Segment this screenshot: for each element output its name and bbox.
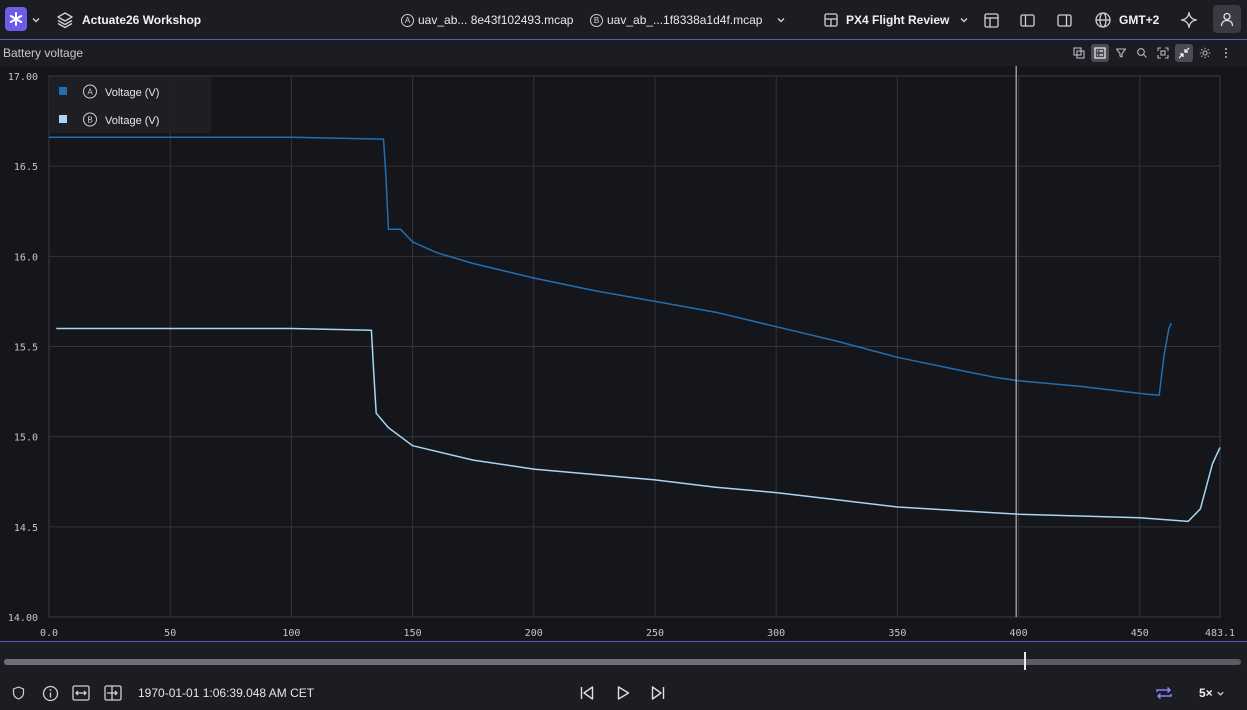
fit-range-icon[interactable]	[71, 682, 91, 704]
timezone-selector[interactable]: GMT+2	[1094, 0, 1159, 40]
collapse-panel-icon[interactable]	[1175, 44, 1193, 62]
settings-gear-icon[interactable]	[1196, 44, 1214, 62]
file-a-badge: A	[401, 13, 414, 27]
add-panel-icon[interactable]	[981, 0, 1001, 40]
panel-toolbar	[1070, 44, 1235, 62]
layers-icon	[56, 11, 74, 29]
x-tick-label: 100	[282, 628, 300, 639]
y-tick-label: 14.5	[14, 523, 38, 534]
y-tick-label: 16.5	[14, 162, 38, 173]
legend-toggle-icon[interactable]	[1091, 44, 1109, 62]
battery-voltage-chart[interactable]: 0.0 50 100 150 200 250 300 350 400 450 483.1 14.00 1…	[0, 66, 1247, 641]
x-tick-label: 483.1	[1205, 628, 1235, 639]
workspace-title: Actuate26 Workshop	[82, 13, 202, 27]
layout-name: PX4 Flight Review	[846, 13, 950, 27]
user-avatar-icon[interactable]	[1213, 5, 1241, 33]
x-tick-label: 400	[1010, 628, 1028, 639]
x-tick-label: 200	[525, 628, 543, 639]
more-options-icon[interactable]	[1217, 44, 1235, 62]
x-tick-label: 0.0	[40, 628, 58, 639]
legend-label-a: Voltage (V)	[105, 87, 159, 99]
file-b-badge: B	[590, 13, 603, 27]
source-file-a[interactable]: A uav_ab... 8e43f102493.mcap	[401, 0, 573, 40]
chart-legend: A Voltage (V) B Voltage (V)	[49, 77, 211, 133]
app-logo-icon[interactable]	[5, 7, 27, 31]
y-tick-label: 16.0	[14, 252, 38, 263]
series-panel-icon[interactable]	[1070, 44, 1088, 62]
legend-badge-b: B	[87, 116, 92, 125]
file-a-name: uav_ab... 8e43f102493.mcap	[418, 13, 574, 27]
x-tick-label: 350	[888, 628, 906, 639]
layout-grid-icon	[823, 12, 839, 28]
info-icon[interactable]	[40, 682, 60, 704]
x-tick-label: 250	[646, 628, 664, 639]
seek-backward-icon[interactable]	[577, 682, 597, 704]
timezone-label: GMT+2	[1119, 13, 1160, 27]
ai-assistant-sparkle-icon[interactable]	[1179, 0, 1199, 40]
x-tick-label: 300	[767, 628, 785, 639]
current-time-text: 1970-01-01 1:06:39.048 AM CET	[138, 686, 315, 700]
y-tick-label: 17.00	[8, 72, 38, 83]
y-tick-label: 14.00	[8, 613, 38, 624]
speed-chevron-icon	[1216, 689, 1225, 698]
loop-toggle-icon[interactable]	[1154, 682, 1174, 704]
right-sidebar-toggle-icon[interactable]	[1054, 0, 1074, 40]
y-tick-label: 15.5	[14, 343, 38, 354]
x-tick-label: 450	[1131, 628, 1149, 639]
plot-svg[interactable]: 0.0 50 100 150 200 250 300 350 400 450 483.1 14.00 1…	[0, 66, 1247, 641]
bookmark-shield-icon[interactable]	[10, 682, 26, 704]
playback-scrubber-handle[interactable]	[1023, 652, 1026, 670]
filter-icon[interactable]	[1112, 44, 1130, 62]
file-b-name: uav_ab_...1f8338a1d4f.mcap	[607, 13, 763, 27]
current-time-display[interactable]: 1970-01-01 1:06:39.048 AM CET	[138, 682, 314, 704]
playback-progress-fill	[4, 659, 1025, 665]
left-sidebar-toggle-icon[interactable]	[1017, 0, 1037, 40]
playback-scrubber-track[interactable]	[4, 659, 1241, 665]
x-tick-label: 150	[404, 628, 422, 639]
top-bar: Actuate26 Workshop A uav_ab... 8e43f1024…	[0, 0, 1247, 40]
y-tick-label: 15.0	[14, 433, 38, 444]
playback-speed-selector[interactable]: 5×	[1199, 682, 1225, 704]
source-file-b[interactable]: B uav_ab_...1f8338a1d4f.mcap	[590, 0, 762, 40]
legend-badge-a: A	[87, 88, 93, 97]
fit-view-icon[interactable]	[1154, 44, 1172, 62]
sources-chevron-icon[interactable]	[775, 0, 787, 40]
layout-chevron-icon	[959, 15, 969, 25]
legend-swatch-b	[59, 115, 67, 123]
panel-header: Battery voltage	[0, 40, 1247, 66]
jump-to-selection-icon[interactable]	[103, 682, 123, 704]
playback-bar: 1970-01-01 1:06:39.048 AM CET 5×	[0, 641, 1247, 710]
play-icon[interactable]	[613, 682, 633, 704]
globe-icon	[1094, 11, 1112, 29]
legend-swatch-a	[59, 87, 67, 95]
zoom-search-icon[interactable]	[1133, 44, 1151, 62]
panel-title[interactable]: Battery voltage	[3, 46, 83, 60]
workspace-selector[interactable]: Actuate26 Workshop	[56, 0, 201, 40]
layout-selector[interactable]: PX4 Flight Review	[823, 0, 969, 40]
legend-label-b: Voltage (V)	[105, 115, 159, 127]
playback-speed: 5×	[1199, 686, 1213, 700]
app-menu-chevron-icon[interactable]	[30, 0, 42, 40]
seek-forward-icon[interactable]	[648, 682, 668, 704]
x-tick-label: 50	[164, 628, 176, 639]
